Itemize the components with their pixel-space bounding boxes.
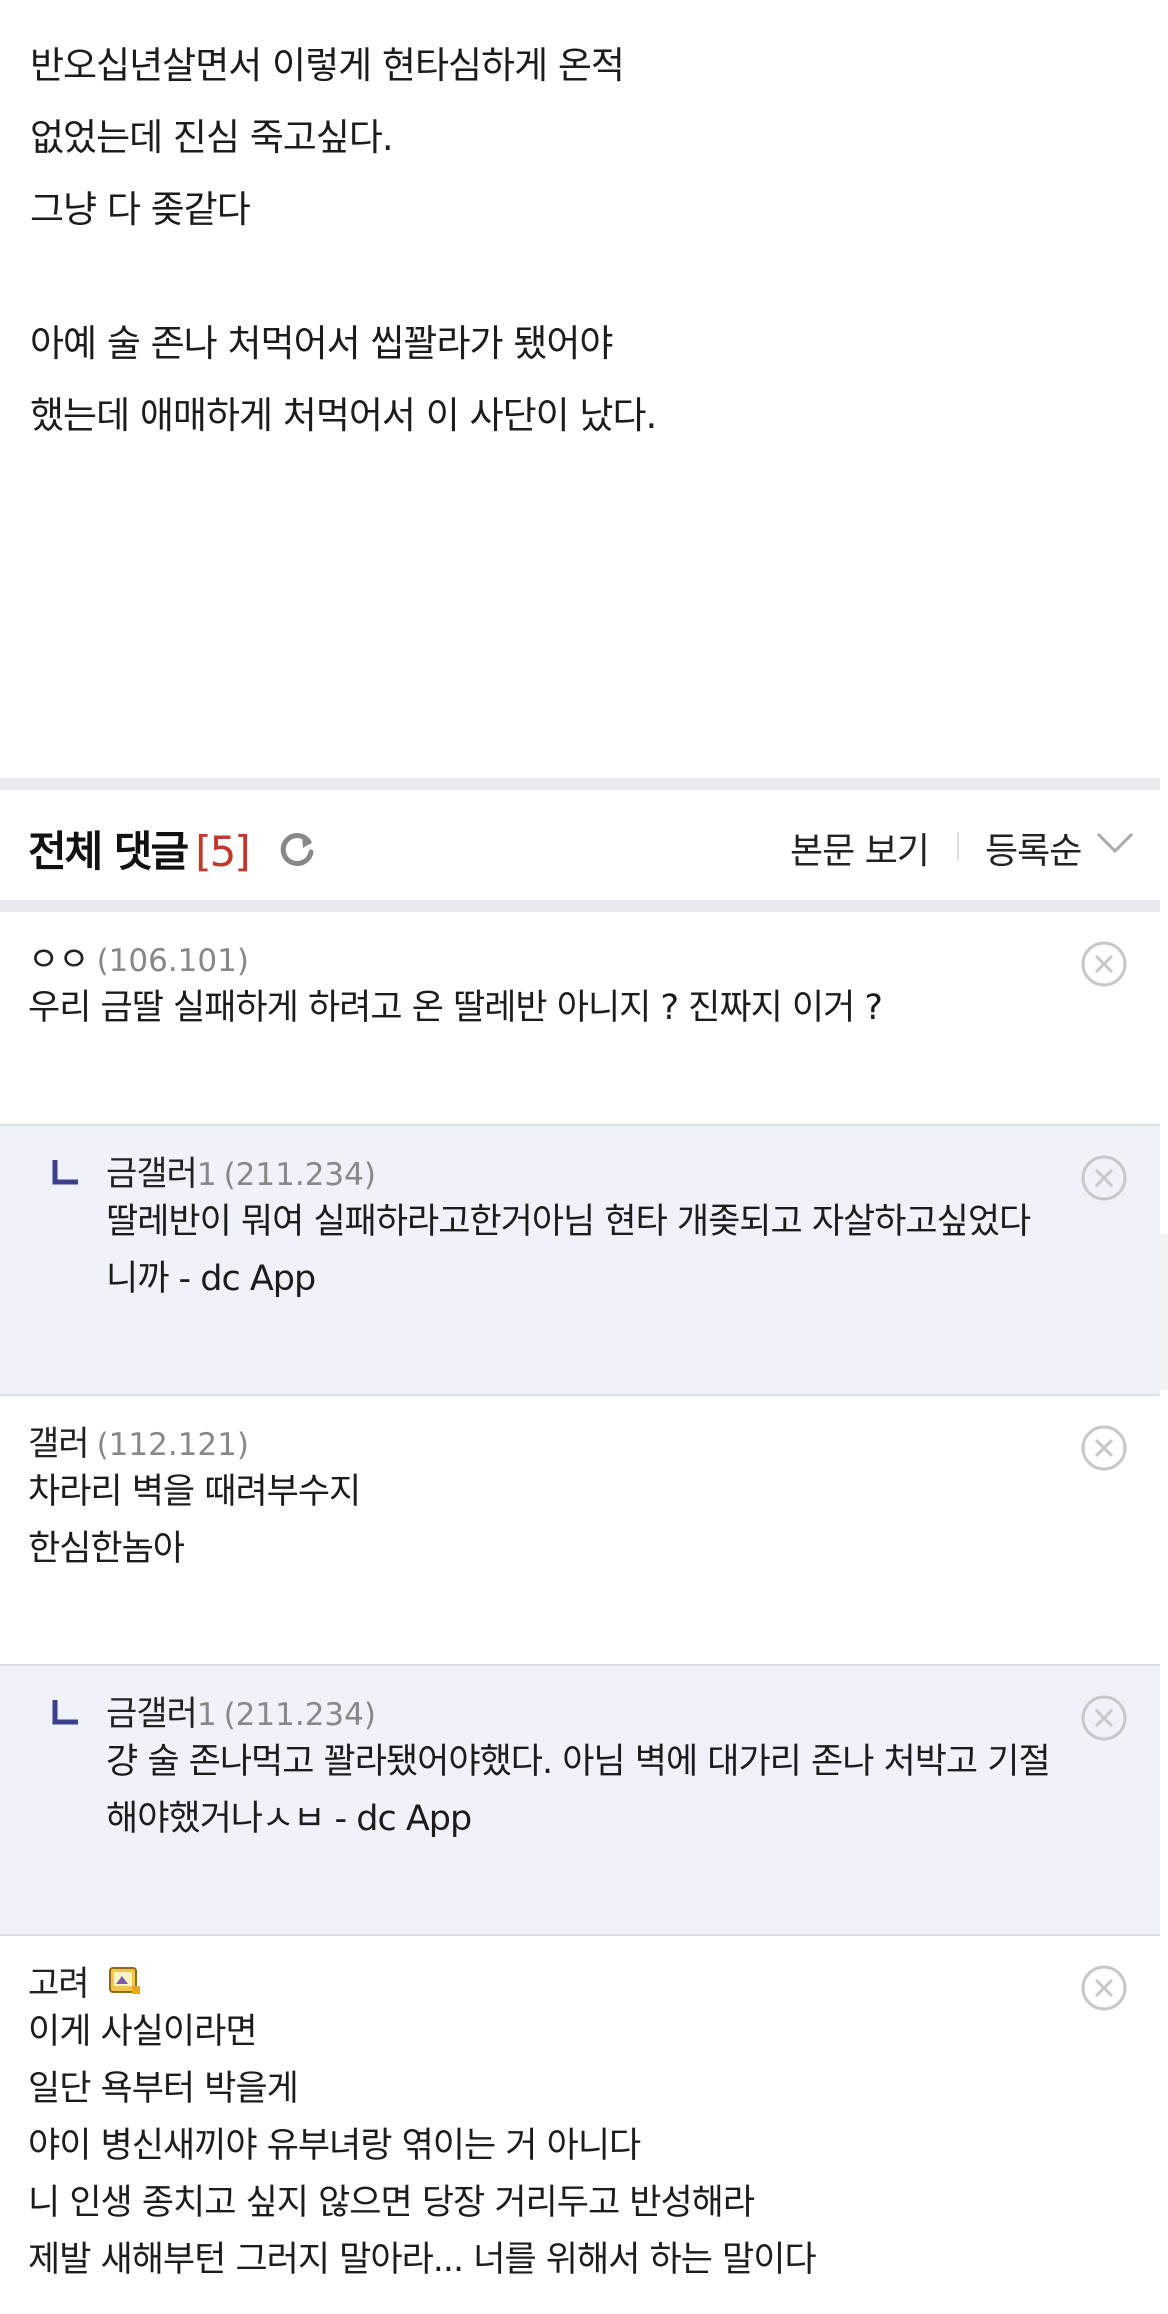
reply-arrow-icon [52, 1700, 80, 1730]
comment-line: 일단 욕부터 박을게 [28, 2069, 299, 2109]
close-circle-icon[interactable] [1080, 1154, 1128, 1202]
comment-text: 차라리 벽을 때려부수지 한심한놈아 [28, 1464, 361, 1578]
comment-line: 니 인생 종치고 싶지 않으면 당장 거리두고 반성해라 [28, 2183, 755, 2223]
comment-text: 걍 술 존나먹고 꽐라됐어야했다. 아님 벽에 대가리 존나 처박고 기절 해야… [106, 1734, 1051, 1848]
comment-line: 우리 금딸 실패하게 하려고 온 딸레반 아니지 ? 진짜지 이거 ? [28, 988, 883, 1028]
comment-text: 우리 금딸 실패하게 하려고 온 딸레반 아니지 ? 진짜지 이거 ? [28, 980, 883, 1037]
comments-title: 전체 댓글 [5] [28, 818, 319, 882]
comment-item: ㅇㅇ (106.101) 우리 금딸 실패하게 하려고 온 딸레반 아니지 ? 진… [0, 912, 1160, 1126]
comment-author[interactable]: ㅇㅇ [28, 940, 90, 980]
comment-line: 한심한놈아 [28, 1529, 185, 1569]
comment-header: 금갤러1 (211.234) [106, 1146, 376, 1195]
comment-author-badge: 1 [196, 1697, 217, 1733]
comment-author[interactable]: 고려 [28, 1964, 90, 2004]
comments-title-label: 전체 댓글 [28, 827, 189, 876]
post-line: 아예 술 존나 처먹어서 씹꽐라가 됐어야 [30, 322, 613, 365]
comment-reply-item: 금갤러1 (211.234) 걍 술 존나먹고 꽐라됐어야했다. 아님 벽에 대가… [0, 1666, 1160, 1936]
comment-line: 해야했거나ㅅㅂ - dc App [106, 1799, 472, 1839]
comment-item: 고려 이게 사실이라면 일단 욕부터 박을게 야이 병신새끼야 유부녀랑 엮이는… [0, 1936, 1160, 2314]
post-line: 그냥 다 좆같다 [30, 188, 251, 231]
close-circle-icon[interactable] [1080, 940, 1128, 988]
comment-header: ㅇㅇ (106.101) [28, 932, 249, 981]
comment-ip: (211.234) [223, 1157, 376, 1193]
comment-count: [5] [195, 827, 250, 876]
comment-ip: (112.121) [96, 1427, 249, 1463]
comments-header: 전체 댓글 [5] 본문 보기 등록순 [0, 790, 1160, 900]
comment-reply-item: 금갤러1 (211.234) 딸레반이 뭐여 실패하라고한거아님 현타 개좆되고 … [0, 1126, 1160, 1396]
section-divider [0, 778, 1160, 790]
comment-line: 야이 병신새끼야 유부녀랑 엮이는 거 아니다 [28, 2126, 641, 2166]
comment-ip: (106.101) [96, 943, 249, 979]
chevron-down-icon[interactable] [1095, 830, 1135, 860]
view-body-button[interactable]: 본문 보기 [790, 822, 930, 874]
close-circle-icon[interactable] [1080, 1964, 1128, 2012]
comment-item: 갤러 (112.121) 차라리 벽을 때려부수지 한심한놈아 [0, 1396, 1160, 1666]
post-line: 없었는데 진심 죽고싶다. [30, 116, 394, 159]
reply-arrow-icon [52, 1160, 80, 1190]
refresh-icon[interactable] [275, 828, 319, 882]
section-divider [0, 900, 1160, 912]
comment-line: 걍 술 존나먹고 꽐라됐어야했다. 아님 벽에 대가리 존나 처박고 기절 [106, 1742, 1051, 1782]
gallery-badge-icon [108, 1964, 142, 2007]
comment-author[interactable]: 금갤러 [106, 1694, 198, 1734]
comment-line: 제발 새해부턴 그러지 말아라... 너를 위해서 하는 말이다 [28, 2240, 817, 2280]
post-line: 했는데 애매하게 처먹어서 이 사단이 났다. [30, 394, 657, 437]
comment-author[interactable]: 금갤러 [106, 1154, 198, 1194]
comment-author[interactable]: 갤러 [28, 1424, 90, 1464]
close-circle-icon[interactable] [1080, 1694, 1128, 1742]
post-body: 반오십년살면서 이렇게 현타심하게 온적 없었는데 진심 죽고싶다. 그냥 다 … [30, 30, 1130, 452]
comment-header: 고려 [28, 1956, 142, 2007]
comment-line: 이게 사실이라면 [28, 2012, 258, 2052]
comment-header: 갤러 (112.121) [28, 1416, 249, 1465]
sort-order-button[interactable]: 등록순 [985, 822, 1082, 874]
comment-ip: (211.234) [223, 1697, 376, 1733]
header-divider [957, 832, 959, 860]
comment-line: 차라리 벽을 때려부수지 [28, 1472, 361, 1512]
comment-text: 이게 사실이라면 일단 욕부터 박을게 야이 병신새끼야 유부녀랑 엮이는 거 … [28, 2004, 817, 2289]
comment-line: 딸레반이 뭐여 실패하라고한거아님 현타 개좆되고 자살하고싶었다 [106, 1202, 1031, 1242]
scrollbar-track[interactable] [1160, 1234, 1168, 1390]
post-line: 반오십년살면서 이렇게 현타심하게 온적 [30, 44, 625, 87]
comment-header: 금갤러1 (211.234) [106, 1686, 376, 1735]
close-circle-icon[interactable] [1080, 1424, 1128, 1472]
comment-line: 니까 - dc App [106, 1259, 316, 1299]
comment-author-badge: 1 [196, 1157, 217, 1193]
comment-text: 딸레반이 뭐여 실패하라고한거아님 현타 개좆되고 자살하고싶었다 니까 - d… [106, 1194, 1031, 1308]
